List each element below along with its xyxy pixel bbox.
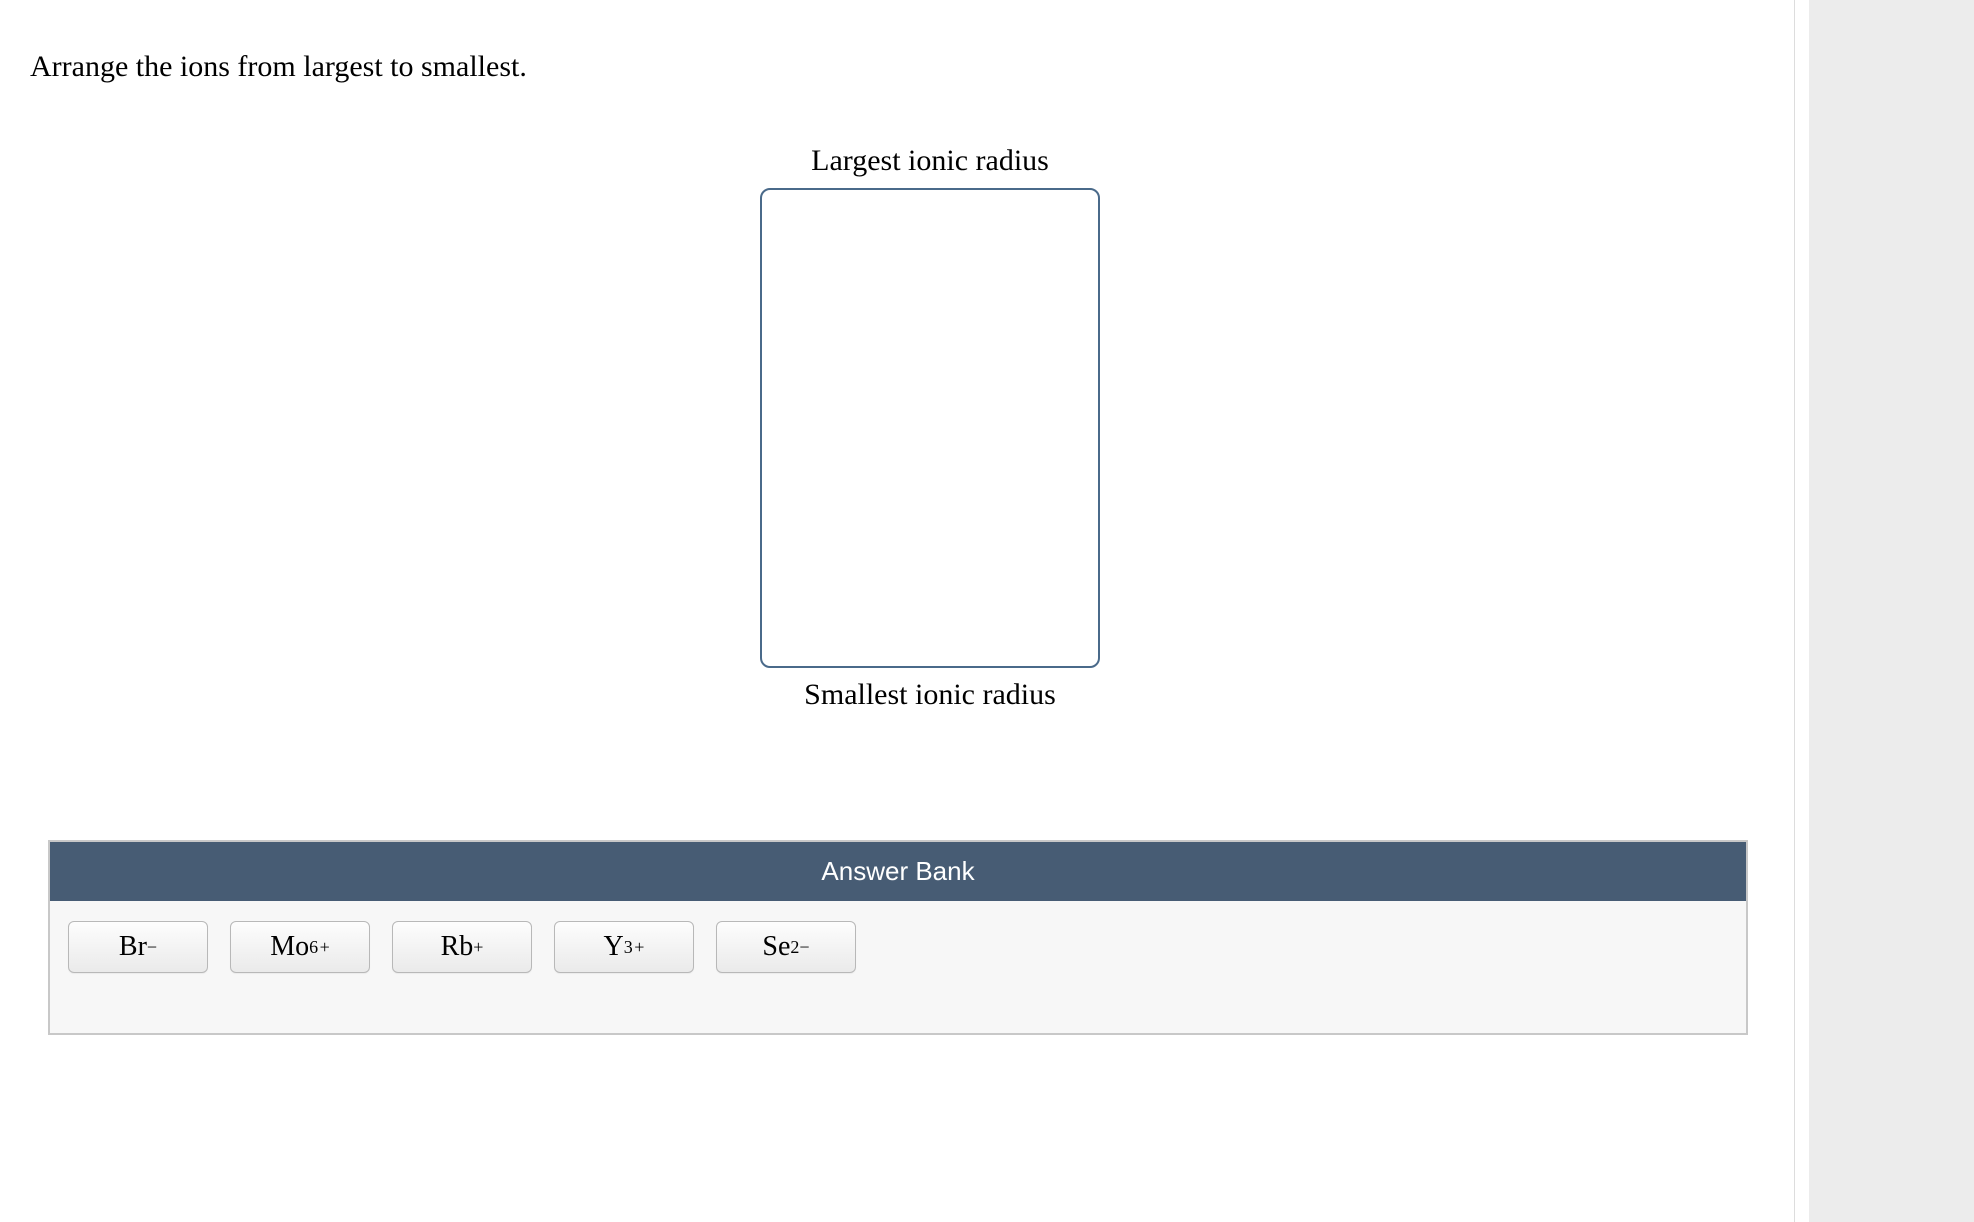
right-sidebar-divider <box>1795 0 1809 1222</box>
ion-charge-num: 6 <box>309 937 318 957</box>
ion-charge-num: 3 <box>624 937 633 957</box>
ion-charge-sign: − <box>147 937 157 957</box>
answer-bank: Answer Bank Br− Mo6 + Rb+ Y3 + Se2− <box>48 840 1748 1035</box>
ion-charge-sign: + <box>473 937 483 957</box>
right-sidebar <box>1794 0 1974 1222</box>
ion-charge-sign: − <box>799 937 809 957</box>
question-panel: Arrange the ions from largest to smalles… <box>0 0 1772 1222</box>
ion-element: Y <box>604 931 624 963</box>
ion-tile-mo[interactable]: Mo6 + <box>230 921 370 973</box>
ion-tile-br[interactable]: Br− <box>68 921 208 973</box>
answer-bank-title: Answer Bank <box>50 842 1746 901</box>
ion-element: Se <box>762 931 790 963</box>
answer-bank-body: Br− Mo6 + Rb+ Y3 + Se2− <box>50 901 1746 1033</box>
ion-charge-sign: + <box>634 937 644 957</box>
ion-element: Rb <box>441 931 474 963</box>
ion-tile-y[interactable]: Y3 + <box>554 921 694 973</box>
ranking-drop-zone[interactable] <box>760 188 1100 668</box>
ion-element: Mo <box>270 931 309 963</box>
ion-tile-se[interactable]: Se2− <box>716 921 856 973</box>
smallest-label: Smallest ionic radius <box>804 678 1056 712</box>
ion-charge-sign: + <box>320 937 330 957</box>
ranking-container: Largest ionic radius Smallest ionic radi… <box>730 144 1130 712</box>
ion-element: Br <box>119 931 147 963</box>
question-text: Arrange the ions from largest to smalles… <box>30 50 1742 84</box>
ion-tile-rb[interactable]: Rb+ <box>392 921 532 973</box>
largest-label: Largest ionic radius <box>811 144 1049 178</box>
